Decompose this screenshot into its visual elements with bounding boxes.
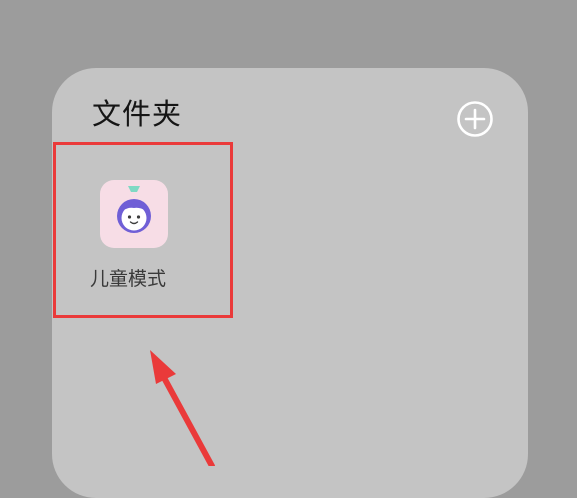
folder-title: 文件夹 <box>92 97 183 131</box>
kids-mode-icon[interactable] <box>100 180 168 248</box>
app-kids-mode[interactable]: 儿童模式 <box>56 144 228 314</box>
plus-circle-icon <box>457 101 493 137</box>
add-app-button[interactable] <box>456 100 494 138</box>
app-label: 儿童模式 <box>89 268 166 290</box>
